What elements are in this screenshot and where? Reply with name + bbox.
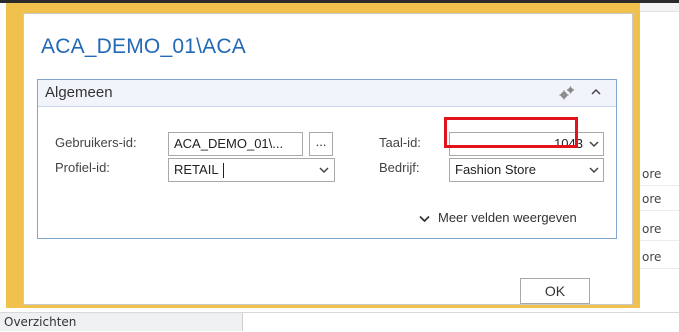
background-list-cell[interactable]: ore xyxy=(640,218,679,241)
chevron-down-icon[interactable] xyxy=(419,215,430,223)
profiel-id-value: RETAIL xyxy=(174,162,219,177)
chevron-down-icon[interactable] xyxy=(589,167,599,174)
gebruikers-id-lookup-button[interactable]: ... xyxy=(309,132,333,156)
bedrijf-dropdown[interactable]: Fashion Store xyxy=(449,158,604,182)
background-list-cell[interactable]: ore xyxy=(640,246,679,269)
fasttab-title: Algemeen xyxy=(45,84,113,101)
chevron-down-icon[interactable] xyxy=(319,167,329,174)
gebruikers-id-field[interactable]: ACA_DEMO_01\... xyxy=(168,132,303,156)
collapse-caret-icon[interactable] xyxy=(590,86,602,98)
gebruikers-id-label: Gebruikers-id: xyxy=(55,135,137,150)
chevron-down-icon[interactable] xyxy=(589,141,599,148)
background-list xyxy=(640,3,679,321)
fasttab-algemeen: Algemeen Gebruikers-id: ACA_DEMO_01\... … xyxy=(37,79,617,239)
dialog-frame: ACA_DEMO_01\ACA Algemeen Gebruikers-id: … xyxy=(6,3,640,308)
highlight-annotation xyxy=(444,117,578,148)
bedrijf-label: Bedrijf: xyxy=(379,160,420,175)
dialog-title: ACA_DEMO_01\ACA xyxy=(41,35,246,58)
dialog: ACA_DEMO_01\ACA Algemeen Gebruikers-id: … xyxy=(23,13,633,305)
bedrijf-value: Fashion Store xyxy=(455,162,536,177)
background-list-cell[interactable]: ore xyxy=(640,163,679,186)
gears-icon[interactable] xyxy=(558,85,576,101)
text-cursor xyxy=(223,163,224,178)
taal-id-label: Taal-id: xyxy=(379,135,421,150)
profiel-id-label: Profiel-id: xyxy=(55,160,110,175)
profiel-id-dropdown[interactable]: RETAIL xyxy=(168,158,335,182)
background-list-cell[interactable]: ore xyxy=(640,188,679,211)
gebruikers-id-value: ACA_DEMO_01\... xyxy=(174,136,284,151)
ok-button[interactable]: OK xyxy=(520,278,590,304)
overzichten-tab[interactable]: Overzichten xyxy=(0,313,243,331)
more-fields-link[interactable]: Meer velden weergeven xyxy=(438,210,577,225)
background-list-header xyxy=(640,3,679,12)
fasttab-header[interactable]: Algemeen xyxy=(38,80,616,107)
